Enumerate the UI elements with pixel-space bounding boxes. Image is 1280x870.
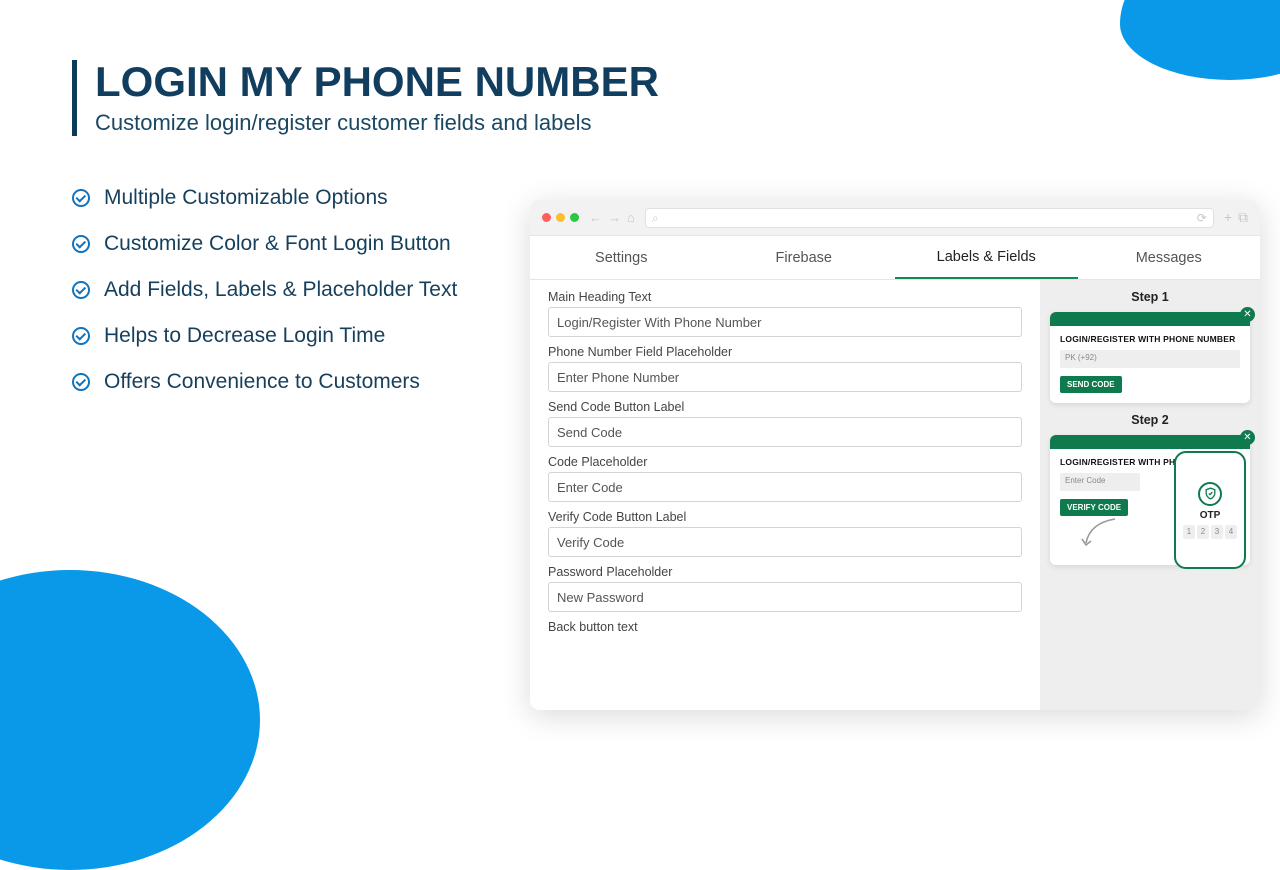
- verify-code-label: Verify Code Button Label: [548, 510, 1022, 524]
- decorative-blob-bottom: [0, 570, 260, 870]
- send-code-label: Send Code Button Label: [548, 400, 1022, 414]
- tab-settings[interactable]: Settings: [530, 238, 713, 278]
- preview-verify-code-button: VERIFY CODE: [1060, 499, 1128, 516]
- otp-digit: 3: [1211, 525, 1223, 539]
- tab-messages[interactable]: Messages: [1078, 238, 1261, 278]
- maximize-window-icon[interactable]: [570, 213, 579, 222]
- code-placeholder-input[interactable]: [548, 472, 1022, 502]
- otp-label: OTP: [1200, 510, 1221, 521]
- preview-code-input: Enter Code: [1060, 473, 1140, 491]
- close-window-icon[interactable]: [542, 213, 551, 222]
- otp-digit: 1: [1183, 525, 1195, 539]
- back-button-label: Back button text: [548, 620, 1022, 634]
- send-code-input[interactable]: [548, 417, 1022, 447]
- otp-boxes: 1 2 3 4: [1183, 525, 1237, 539]
- password-placeholder-input[interactable]: [548, 582, 1022, 612]
- feature-text: Offers Convenience to Customers: [104, 370, 420, 394]
- check-icon: [72, 235, 90, 253]
- tabs-bar: Settings Firebase Labels & Fields Messag…: [530, 236, 1260, 280]
- preview-heading: LOGIN/REGISTER WITH PHONE NUMBER: [1060, 334, 1240, 344]
- home-icon[interactable]: ⌂: [627, 210, 635, 225]
- phone-placeholder-input[interactable]: [548, 362, 1022, 392]
- check-icon: [72, 373, 90, 391]
- search-icon: ⌕: [652, 211, 659, 226]
- step1-label: Step 1: [1050, 290, 1250, 304]
- feature-text: Add Fields, Labels & Placeholder Text: [104, 278, 457, 302]
- otp-digit: 4: [1225, 525, 1237, 539]
- arrow-icon: [1080, 517, 1120, 547]
- tab-firebase[interactable]: Firebase: [713, 238, 896, 278]
- browser-toolbar: ← → ⌂ ⌕ ⟳ + ⧉: [530, 200, 1260, 236]
- check-icon: [72, 281, 90, 299]
- verify-code-input[interactable]: [548, 527, 1022, 557]
- shield-icon: [1198, 482, 1222, 506]
- address-bar[interactable]: ⌕ ⟳: [645, 208, 1214, 228]
- page-header: LOGIN MY PHONE NUMBER Customize login/re…: [72, 60, 1240, 136]
- close-icon[interactable]: ✕: [1240, 430, 1255, 445]
- feature-text: Multiple Customizable Options: [104, 186, 388, 210]
- new-tab-icon[interactable]: +: [1224, 209, 1232, 226]
- preview-send-code-button: SEND CODE: [1060, 376, 1122, 393]
- browser-window: ← → ⌂ ⌕ ⟳ + ⧉ Settings Firebase Labels &…: [530, 200, 1260, 710]
- preview-phone-input: PK (+92): [1060, 350, 1240, 368]
- main-heading-label: Main Heading Text: [548, 290, 1022, 304]
- back-icon[interactable]: ←: [589, 210, 602, 225]
- check-icon: [72, 327, 90, 345]
- close-icon[interactable]: ✕: [1240, 307, 1255, 322]
- tab-labels-fields[interactable]: Labels & Fields: [895, 237, 1078, 279]
- step2-label: Step 2: [1050, 413, 1250, 427]
- phone-placeholder-label: Phone Number Field Placeholder: [548, 345, 1022, 359]
- copy-icon[interactable]: ⧉: [1238, 209, 1248, 226]
- minimize-window-icon[interactable]: [556, 213, 565, 222]
- window-controls: [542, 213, 579, 222]
- check-icon: [72, 189, 90, 207]
- forward-icon[interactable]: →: [608, 210, 621, 225]
- otp-digit: 2: [1197, 525, 1209, 539]
- feature-text: Customize Color & Font Login Button: [104, 232, 451, 256]
- reload-icon[interactable]: ⟳: [1197, 211, 1207, 225]
- feature-text: Helps to Decrease Login Time: [104, 324, 385, 348]
- password-placeholder-label: Password Placeholder: [548, 565, 1022, 579]
- main-heading-input[interactable]: [548, 307, 1022, 337]
- code-placeholder-label: Code Placeholder: [548, 455, 1022, 469]
- page-subtitle: Customize login/register customer fields…: [95, 110, 1240, 136]
- preview-column: Step 1 ✕ LOGIN/REGISTER WITH PHONE NUMBE…: [1040, 280, 1260, 710]
- preview-card-step1: ✕ LOGIN/REGISTER WITH PHONE NUMBER PK (+…: [1050, 312, 1250, 403]
- page-title: LOGIN MY PHONE NUMBER: [95, 60, 1240, 104]
- form-column: Main Heading Text Phone Number Field Pla…: [530, 280, 1040, 710]
- phone-mockup: OTP 1 2 3 4: [1174, 451, 1246, 569]
